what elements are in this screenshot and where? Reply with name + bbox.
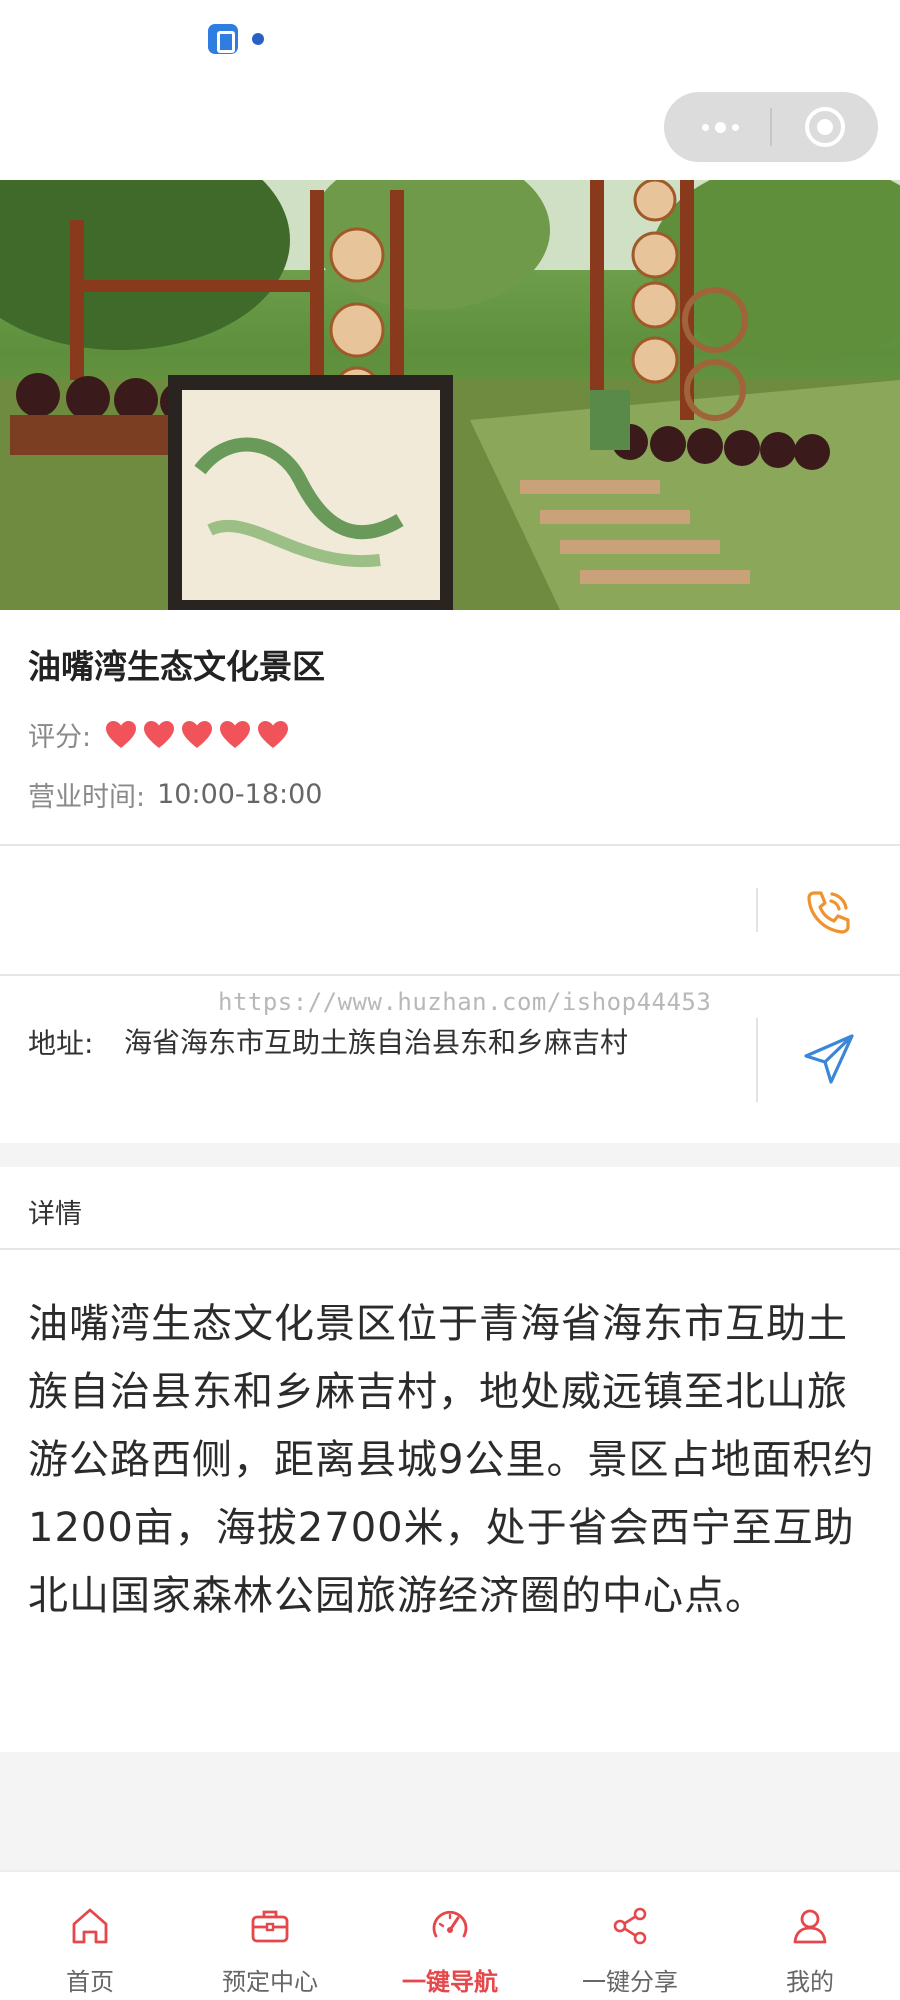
close-miniprogram-icon[interactable] — [805, 107, 845, 147]
briefcase-icon — [251, 1910, 289, 1943]
address-value: 海省海东市互助土族自治县东和乡麻吉村 — [124, 1026, 629, 1059]
watermark-text: https://www.huzhan.com/ishop44453 — [218, 988, 712, 1016]
tab-booking[interactable]: 预定中心 — [180, 1872, 360, 2000]
more-options-icon[interactable] — [690, 111, 750, 143]
heart-icon — [220, 720, 251, 748]
address-divider — [756, 1018, 758, 1102]
section-gap — [0, 1143, 900, 1167]
tab-profile[interactable]: 我的 — [720, 1872, 900, 2000]
bottom-gap — [0, 1752, 900, 1872]
rating-hearts — [105, 720, 289, 750]
tab-label: 首页 — [66, 1968, 114, 1996]
heart-icon — [106, 720, 137, 748]
tab-share[interactable]: 一键分享 — [540, 1872, 720, 2000]
bottom-tabbar: 首页 预定中心 一键导航 一键分享 我的 — [0, 1870, 900, 2000]
speedometer-icon — [432, 1910, 468, 1938]
detail-heading: 详情 — [28, 1199, 82, 1230]
app-notification-icon — [208, 24, 238, 54]
miniprogram-capsule — [664, 92, 878, 162]
home-icon — [72, 1908, 108, 1944]
tab-label: 一键分享 — [582, 1968, 678, 1996]
phone-row[interactable] — [0, 846, 900, 974]
heart-icon — [144, 720, 175, 748]
capsule-divider — [770, 108, 772, 146]
hours-label: 营业时间: — [28, 782, 146, 813]
banner-photo[interactable] — [0, 180, 900, 610]
heart-icon — [182, 720, 213, 748]
status-area — [0, 0, 900, 180]
phone-divider — [756, 888, 758, 932]
rating-label: 评分: — [28, 722, 92, 753]
address-label: 地址: — [28, 1027, 94, 1060]
heart-icon — [258, 720, 289, 748]
rating-row: 评分: — [28, 715, 289, 754]
detail-description: 油嘴湾生态文化景区位于青海省海东市互助土族自治县东和乡麻吉村，地处威远镇至北山旅… — [28, 1301, 875, 1619]
tab-label: 我的 — [786, 1968, 834, 1996]
tab-home[interactable]: 首页 — [0, 1872, 180, 2000]
shield-notification-icon — [252, 33, 264, 45]
user-icon — [793, 1909, 827, 1944]
tab-label: 一键导航 — [402, 1968, 498, 1996]
tab-label: 预定中心 — [222, 1968, 318, 1996]
hours-row: 营业时间: 10:00-18:00 — [28, 775, 322, 814]
navigate-arrow-icon[interactable] — [800, 1030, 858, 1088]
phone-call-icon[interactable] — [800, 884, 856, 940]
tab-navigation[interactable]: 一键导航 — [360, 1872, 540, 2000]
divider — [0, 1248, 900, 1250]
share-icon — [613, 1907, 647, 1945]
hours-value: 10:00-18:00 — [157, 779, 323, 810]
page-title: 油嘴湾生态文化景区 — [28, 647, 325, 686]
